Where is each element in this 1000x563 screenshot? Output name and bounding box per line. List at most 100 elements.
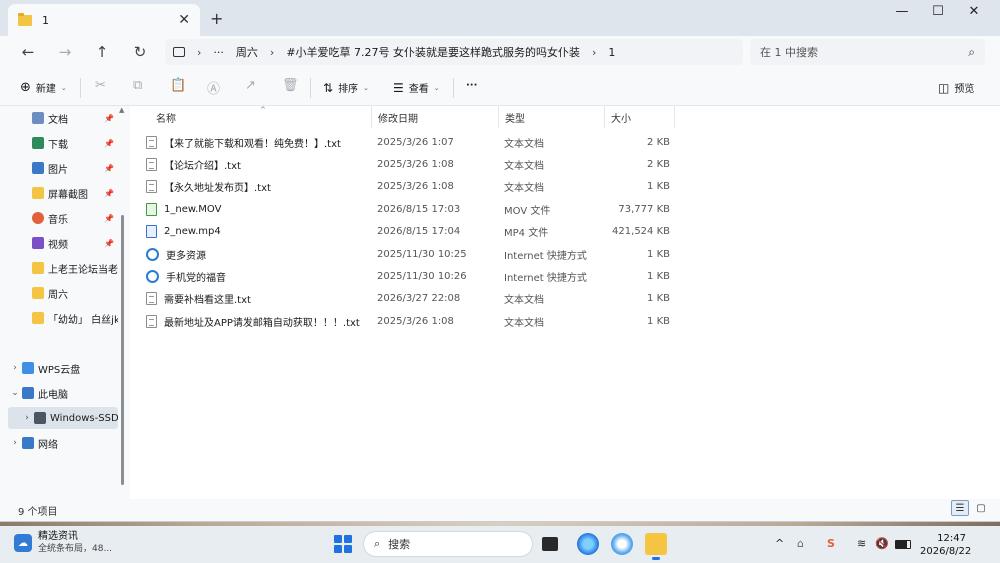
column-header-date[interactable]: 修改日期 [372,106,499,128]
breadcrumb-item[interactable]: 1 [608,46,615,59]
breadcrumb-item[interactable]: #小羊爱吃草 7.27号 女仆装就是要这样跪式服务的吗女仆装 [286,44,580,60]
sidebar-item[interactable]: 「幼幼」 白丝jk [8,307,118,329]
taskbar-search[interactable]: ⌕ 搜索 [363,531,533,557]
edge-browser-icon[interactable] [577,533,599,555]
rename-icon[interactable]: Ⓐ [207,78,220,97]
network-icon [22,437,34,449]
file-type: Internet 快捷方式 [504,250,587,262]
sidebar-item-label: Windows-SSD [50,412,118,424]
paste-icon[interactable]: 📋 [170,78,186,93]
app-icon[interactable] [611,533,633,555]
search-box[interactable]: 在 1 中搜索 ⌕ [750,39,985,65]
music-icon [32,212,44,224]
sort-ascending-icon: ^ [260,106,266,114]
expand-chevron-icon[interactable]: › [8,438,22,448]
file-date: 2025/11/30 10:26 [377,270,467,282]
file-row[interactable]: 更多资源 2025/11/30 10:25 Internet 快捷方式 1 KB [130,243,690,265]
sidebar-item[interactable]: › WPS云盘 [8,357,118,379]
sidebar-item[interactable]: 上老王论坛当老王 [8,257,118,279]
sidebar-item-label: WPS云盘 [38,364,81,376]
forward-button[interactable]: → [55,43,75,61]
minimize-button[interactable]: — [888,4,916,19]
file-explorer-taskbar-icon[interactable] [645,533,667,560]
sort-button[interactable]: ⇅ 排序 ⌄ [323,80,369,96]
folder-icon [32,287,44,299]
file-size: 1 KB [647,315,670,327]
file-row[interactable]: 1_new.MOV 2026/8/15 17:03 MOV 文件 73,777 KB [130,198,690,220]
file-type: Internet 快捷方式 [504,272,587,284]
task-view-icon[interactable] [542,537,558,551]
column-header-type[interactable]: 类型 [499,106,605,128]
column-header-size[interactable]: 大小 [605,106,675,128]
breadcrumb-item[interactable]: 周六 [236,44,258,60]
preview-label: 预览 [954,84,975,95]
start-button[interactable] [334,535,352,553]
pc-icon [22,387,34,399]
tiles-view-button[interactable]: ▢ [972,500,990,516]
breadcrumb-separator: › [269,45,275,59]
file-row[interactable]: 【论坛介绍】.txt 2025/3/26 1:08 文本文档 2 KB [130,153,690,175]
sidebar-item[interactable]: 周六 [8,282,118,304]
breadcrumb-overflow[interactable]: ··· [213,46,224,59]
maximize-button[interactable]: ☐ [924,4,952,19]
taskbar-search-label: 搜索 [388,538,411,551]
sort-icon: ⇅ [323,80,334,95]
chevron-down-icon: ⌄ [363,83,369,92]
file-row[interactable]: 最新地址及APP请发邮箱自动获取！！！.txt 2025/3/26 1:08 文本文… [130,310,690,332]
expand-chevron-icon[interactable]: › [8,363,22,373]
video-file-icon [146,202,157,216]
cut-icon[interactable]: ✂ [95,78,106,93]
wifi-icon[interactable]: ≋ [857,537,866,550]
address-bar[interactable]: › ··· 周六 › #小羊爱吃草 7.27号 女仆装就是要这样跪式服务的吗女仆… [165,39,743,65]
up-button[interactable]: ↑ [92,43,112,61]
file-date: 2025/3/26 1:07 [377,136,454,148]
sidebar-item[interactable]: › Windows-SSD [8,407,118,429]
sidebar-scrollbar[interactable] [121,215,124,485]
copy-icon[interactable]: ⧉ [133,78,142,93]
volume-icon[interactable]: 🔇 [875,537,889,550]
wps-tray-icon[interactable]: S [827,537,835,550]
delete-icon[interactable]: 🗑 [282,78,299,93]
new-tab-button[interactable]: + [210,9,223,28]
preview-pane-button[interactable]: ◫ 预览 [938,80,975,96]
sidebar-item-label: 网络 [38,439,58,451]
file-name: 【论坛介绍】.txt [164,160,241,172]
news-title: 精选资讯 [38,531,78,542]
file-row[interactable]: 【来了就能下载和观看！纯免费！】.txt 2025/3/26 1:07 文本文档 2 … [130,131,690,153]
sidebar-item[interactable]: 视频 📌 [8,232,118,254]
file-row[interactable]: 2_new.mp4 2026/8/15 17:04 MP4 文件 421,524 KB [130,221,690,243]
new-button[interactable]: ⊕ 新建 ⌄ [20,80,67,95]
details-view-button[interactable]: ☰ [951,500,969,516]
file-name: 最新地址及APP请发邮箱自动获取！！！.txt [164,317,360,329]
tray-overflow-icon[interactable]: ^ [775,537,784,550]
back-button[interactable]: ← [18,43,38,61]
tab-close-button[interactable]: ✕ [178,12,190,28]
expand-chevron-icon[interactable]: ⌄ [8,388,22,398]
refresh-button[interactable]: ↻ [130,43,150,61]
tray-app-icon[interactable]: ⌂ [797,537,804,550]
scroll-up-icon[interactable]: ▲ [119,106,124,114]
pin-icon: 📌 [104,113,114,123]
file-date: 2025/3/26 1:08 [377,181,454,193]
sidebar-item[interactable]: 下载 📌 [8,132,118,154]
file-row[interactable]: 【永久地址发布页】.txt 2025/3/26 1:08 文本文档 1 KB [130,176,690,198]
expand-chevron-icon[interactable]: › [20,413,34,423]
close-window-button[interactable]: ✕ [960,4,988,19]
sidebar-item[interactable]: › 网络 [8,432,118,454]
sidebar-item[interactable]: 音乐 📌 [8,207,118,229]
sidebar-item[interactable]: ⌄ 此电脑 [8,382,118,404]
drive-icon [34,412,46,424]
view-button[interactable]: ☰ 查看 ⌄ [393,80,440,96]
tab-active[interactable]: 1 ✕ [8,4,200,36]
file-row[interactable]: 需要补档看这里.txt 2026/3/27 22:08 文本文档 1 KB [130,288,690,310]
sidebar-item[interactable]: 屏幕截图 📌 [8,182,118,204]
taskbar: ☁ 精选资讯 全统条布局，48... ⌕ 搜索 ^ ⌂ S ≋ 🔇 12:47 … [0,526,1000,563]
share-icon[interactable]: ↗ [245,78,256,93]
file-row[interactable]: 手机党的福音 2025/11/30 10:26 Internet 快捷方式 1 KB [130,265,690,287]
sidebar-item[interactable]: 文档 📌 [8,107,118,129]
news-widget[interactable]: ☁ 精选资讯 全统条布局，48... [14,531,112,555]
clock[interactable]: 12:47 2026/8/22 [920,532,971,558]
battery-icon[interactable] [895,540,911,549]
more-options-button[interactable]: ··· [466,80,477,91]
sidebar-item[interactable]: 图片 📌 [8,157,118,179]
